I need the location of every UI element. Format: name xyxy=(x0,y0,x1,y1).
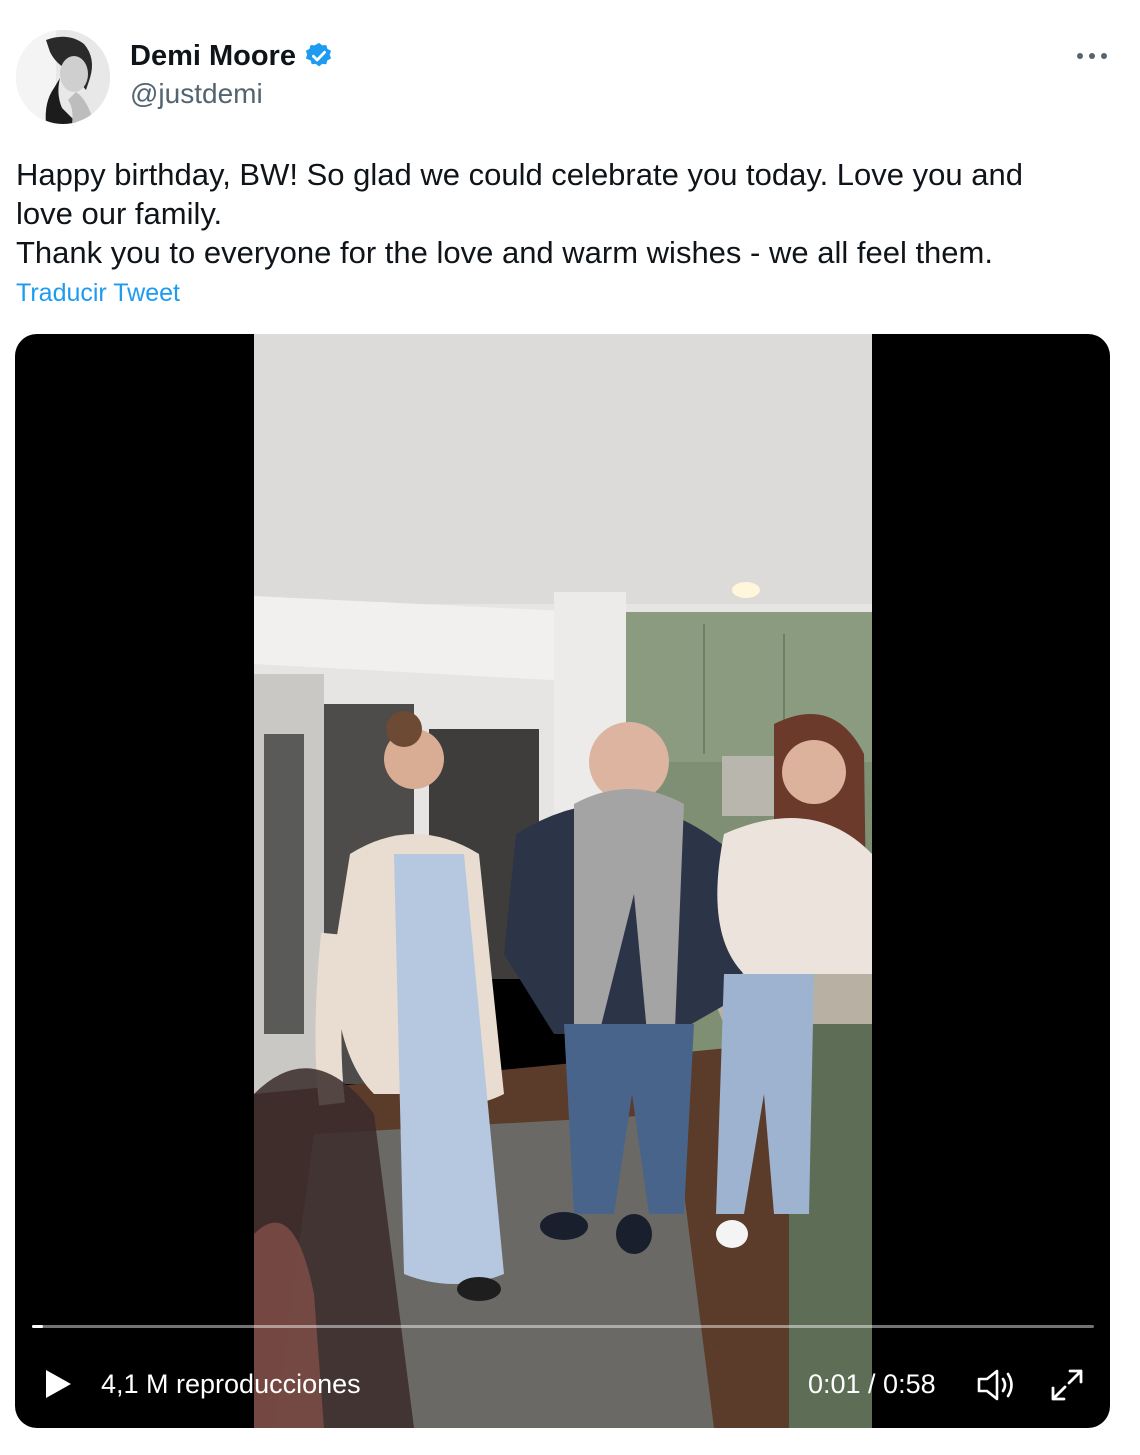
fullscreen-icon[interactable] xyxy=(1048,1366,1086,1404)
verified-badge-icon xyxy=(305,42,331,67)
video-player[interactable]: 4,1 M reproducciones 0:01 / 0:58 xyxy=(15,334,1110,1428)
avatar[interactable] xyxy=(16,30,110,124)
translate-tweet-link[interactable]: Traducir Tweet xyxy=(16,278,180,308)
video-frame[interactable] xyxy=(254,334,872,1428)
volume-icon[interactable] xyxy=(975,1366,1017,1404)
more-options-icon[interactable] xyxy=(1072,42,1112,70)
play-icon[interactable] xyxy=(37,1364,77,1404)
video-progress-fill xyxy=(32,1325,43,1328)
author-name-row[interactable]: Demi Moore xyxy=(130,38,334,74)
tweet-text: Happy birthday, BW! So glad we could cel… xyxy=(16,157,1023,270)
video-progress-bar[interactable] xyxy=(32,1325,1094,1328)
video-view-count: 4,1 M reproducciones xyxy=(101,1369,361,1399)
author-handle[interactable]: @justdemi xyxy=(130,76,263,112)
video-time-display: 0:01 / 0:58 xyxy=(808,1369,936,1399)
author-display-name[interactable]: Demi Moore xyxy=(130,38,296,74)
